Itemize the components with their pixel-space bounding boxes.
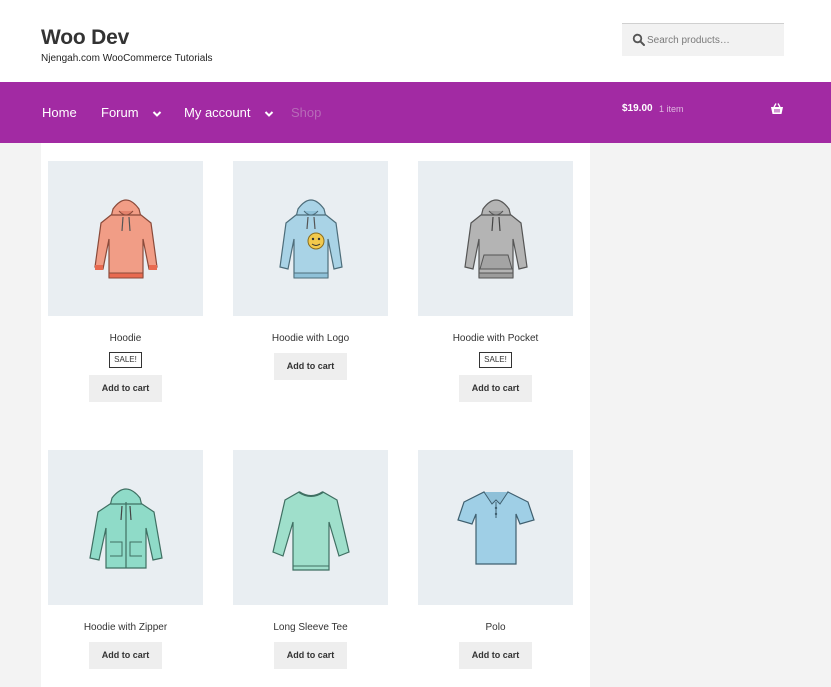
nav-item-forum[interactable]: Forum xyxy=(101,105,162,120)
site-tagline: Njengah.com WooCommerce Tutorials xyxy=(41,53,213,64)
hoodie-with-logo-image xyxy=(278,198,343,278)
product-image-link[interactable] xyxy=(233,161,388,316)
product-card-hoodie: Hoodie SALE! Add to cart xyxy=(48,161,203,402)
product-card-hoodie-with-zipper: Hoodie with Zipper Add to cart xyxy=(48,450,203,669)
add-to-cart-button[interactable]: Add to cart xyxy=(459,375,532,402)
product-image-link[interactable] xyxy=(48,450,203,605)
nav-item-label: Home xyxy=(42,105,77,120)
add-to-cart-button[interactable]: Add to cart xyxy=(459,642,532,669)
add-to-cart-button[interactable]: Add to cart xyxy=(89,642,162,669)
nav-item-label: Forum xyxy=(101,105,139,120)
product-card-polo: Polo Add to cart xyxy=(418,450,573,669)
search-icon xyxy=(632,33,645,46)
main-content: Hoodie SALE! Add to cart Hoodie with Log… xyxy=(41,143,590,687)
nav-item-my-account[interactable]: My account xyxy=(184,105,274,120)
sale-badge: SALE! xyxy=(109,352,142,368)
product-image-link[interactable] xyxy=(418,450,573,605)
site-title[interactable]: Woo Dev xyxy=(41,26,129,50)
cart-count: 1 item xyxy=(659,104,684,114)
product-card-hoodie-with-logo: Hoodie with Logo Add to cart xyxy=(233,161,388,380)
product-image-link[interactable] xyxy=(48,161,203,316)
add-to-cart-button[interactable]: Add to cart xyxy=(274,353,347,380)
search-form xyxy=(622,23,784,56)
search-input[interactable] xyxy=(647,30,777,50)
nav-item-label: My account xyxy=(184,105,251,120)
polo-image xyxy=(456,490,535,565)
add-to-cart-button[interactable]: Add to cart xyxy=(274,642,347,669)
product-image-link[interactable] xyxy=(233,450,388,605)
add-to-cart-button[interactable]: Add to cart xyxy=(89,375,162,402)
product-card-hoodie-with-pocket: Hoodie with Pocket SALE! Add to cart xyxy=(418,161,573,402)
product-title[interactable]: Long Sleeve Tee xyxy=(233,621,388,635)
product-image-link[interactable] xyxy=(418,161,573,316)
cart-total: $19.00 xyxy=(622,103,653,114)
site-header: Woo Dev Njengah.com WooCommerce Tutorial… xyxy=(0,0,831,82)
chevron-down-icon xyxy=(152,110,162,117)
hoodie-with-pocket-image xyxy=(463,198,528,278)
header-cart[interactable]: $19.00 1 item xyxy=(622,103,784,119)
basket-icon xyxy=(771,103,783,114)
nav-item-home[interactable]: Home xyxy=(42,105,77,120)
sale-badge: SALE! xyxy=(479,352,512,368)
product-title[interactable]: Hoodie with Logo xyxy=(233,332,388,346)
hoodie-with-zipper-image xyxy=(88,487,163,569)
nav-item-label: Shop xyxy=(291,105,322,120)
product-title[interactable]: Hoodie with Pocket xyxy=(418,332,573,346)
hoodie-image xyxy=(93,198,158,278)
product-card-long-sleeve-tee: Long Sleeve Tee Add to cart xyxy=(233,450,388,669)
product-title[interactable]: Polo xyxy=(418,621,573,635)
primary-navigation: Home Forum My account Shop $19.00 1 item xyxy=(0,82,831,143)
product-title[interactable]: Hoodie with Zipper xyxy=(48,621,203,635)
chevron-down-icon xyxy=(264,110,274,117)
long-sleeve-tee-image xyxy=(271,490,350,571)
product-title[interactable]: Hoodie xyxy=(48,332,203,346)
nav-item-shop[interactable]: Shop xyxy=(291,105,321,120)
